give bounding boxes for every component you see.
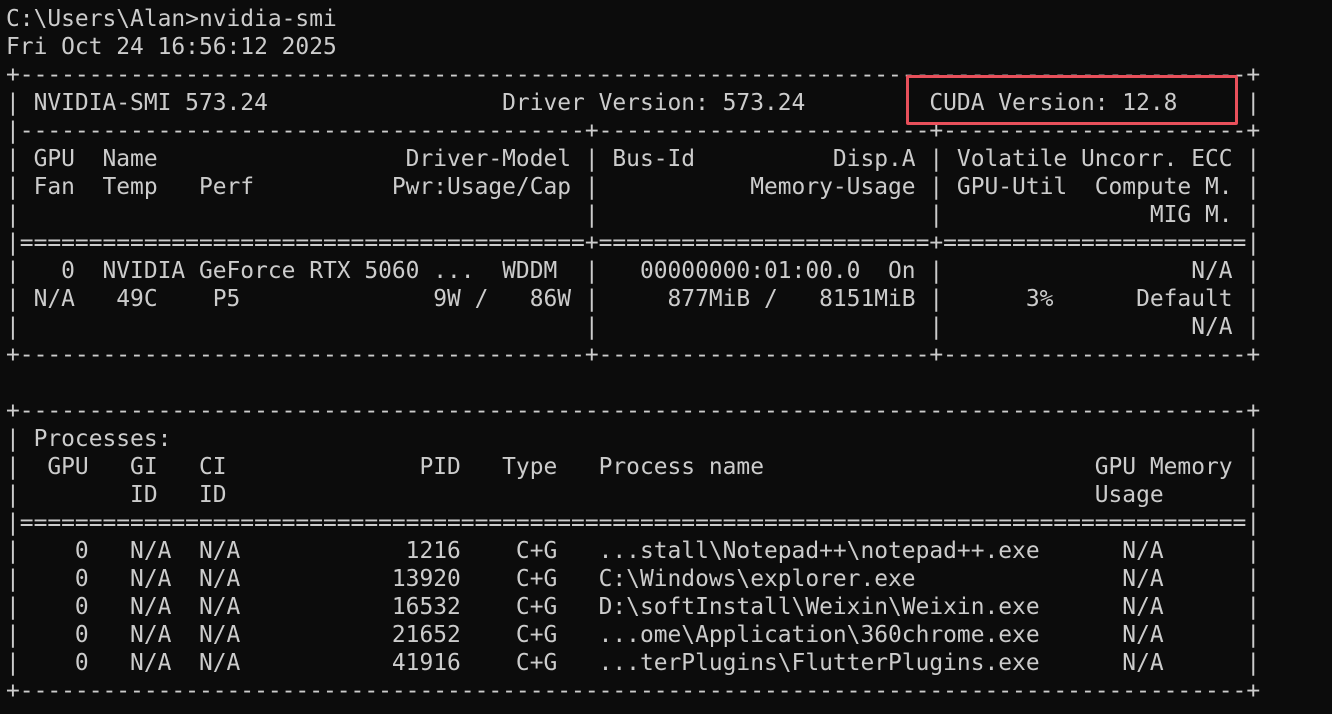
processes-table-title-row: | Processes: | [6, 426, 1261, 452]
process-row: | 0 N/A N/A 13920 C+G C:\Windows\explore… [6, 566, 1261, 592]
gpu-table-header-row-1: | GPU Name Driver-Model | Bus-Id Disp.A … [6, 146, 1261, 172]
gpu-table-data-row-3: | | | N/A | [6, 314, 1261, 340]
command-line: C:\Users\Alan>nvidia-smi [6, 6, 337, 32]
gpu-table-border-bottom: +---------------------------------------… [6, 342, 1261, 368]
processes-table-header-row-2: | ID ID Usage | [6, 482, 1261, 508]
gpu-table-data-row-2: | N/A 49C P5 9W / 86W | 877MiB / 8151MiB… [6, 286, 1261, 312]
processes-table-border-top: +---------------------------------------… [6, 398, 1261, 424]
terminal-window[interactable]: C:\Users\Alan>nvidia-smi Fri Oct 24 16:56… [0, 0, 1332, 714]
processes-table-header-row-1: | GPU GI CI PID Type Process name GPU Me… [6, 454, 1261, 480]
gpu-table-header-row-2: | Fan Temp Perf Pwr:Usage/Cap | Memory-U… [6, 174, 1261, 200]
process-row: | 0 N/A N/A 41916 C+G ...terPlugins\Flut… [6, 650, 1261, 676]
process-row: | 0 N/A N/A 1216 C+G ...stall\Notepad++\… [6, 538, 1261, 564]
timestamp-line: Fri Oct 24 16:56:12 2025 [6, 34, 337, 60]
processes-table-header-divider: |=======================================… [6, 510, 1261, 536]
process-row: | 0 N/A N/A 16532 C+G D:\softInstall\Wei… [6, 594, 1261, 620]
gpu-table-data-row-1: | 0 NVIDIA GeForce RTX 5060 ... WDDM | 0… [6, 258, 1261, 284]
gpu-table-header-row-3: | | | MIG M. | [6, 202, 1261, 228]
processes-table-border-bottom: +---------------------------------------… [6, 678, 1261, 704]
gpu-table-header-divider: |=======================================… [6, 230, 1261, 256]
cuda-version-highlight-box [906, 75, 1238, 125]
process-row: | 0 N/A N/A 21652 C+G ...ome\Application… [6, 622, 1261, 648]
